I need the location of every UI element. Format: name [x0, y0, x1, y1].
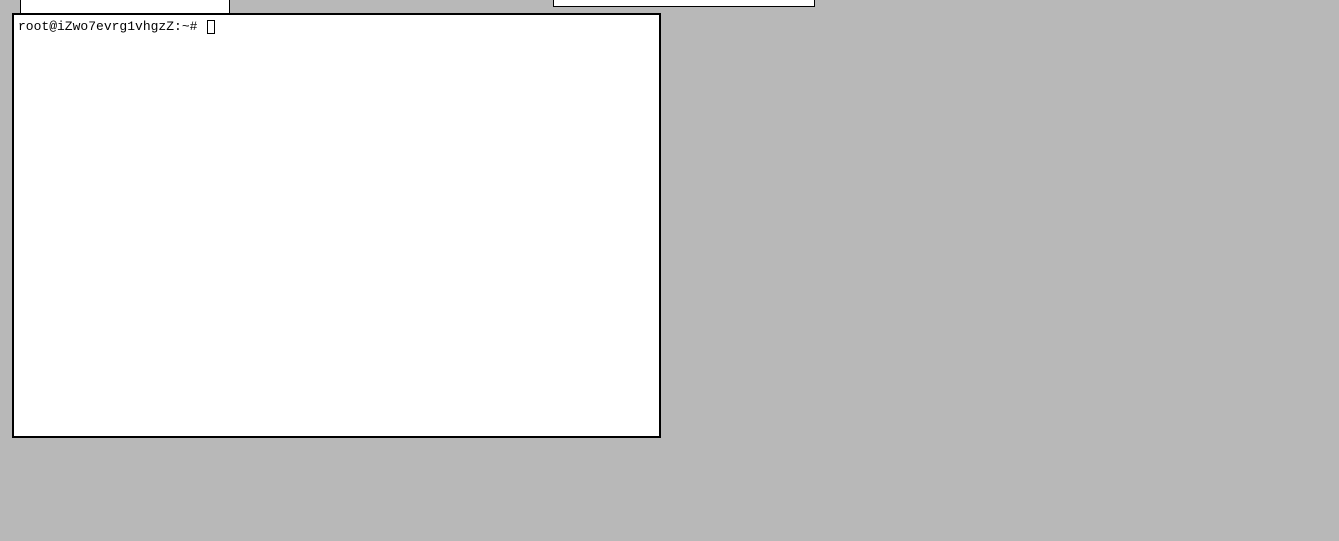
terminal-cursor-icon [207, 20, 215, 34]
terminal-line: root@iZwo7evrg1vhgzZ:~# [18, 19, 655, 35]
terminal-prompt: root@iZwo7evrg1vhgzZ:~# [18, 19, 205, 35]
terminal-window[interactable]: root@iZwo7evrg1vhgzZ:~# [12, 13, 661, 438]
tab-fragment [20, 0, 230, 13]
top-panel-fragment [553, 0, 815, 7]
